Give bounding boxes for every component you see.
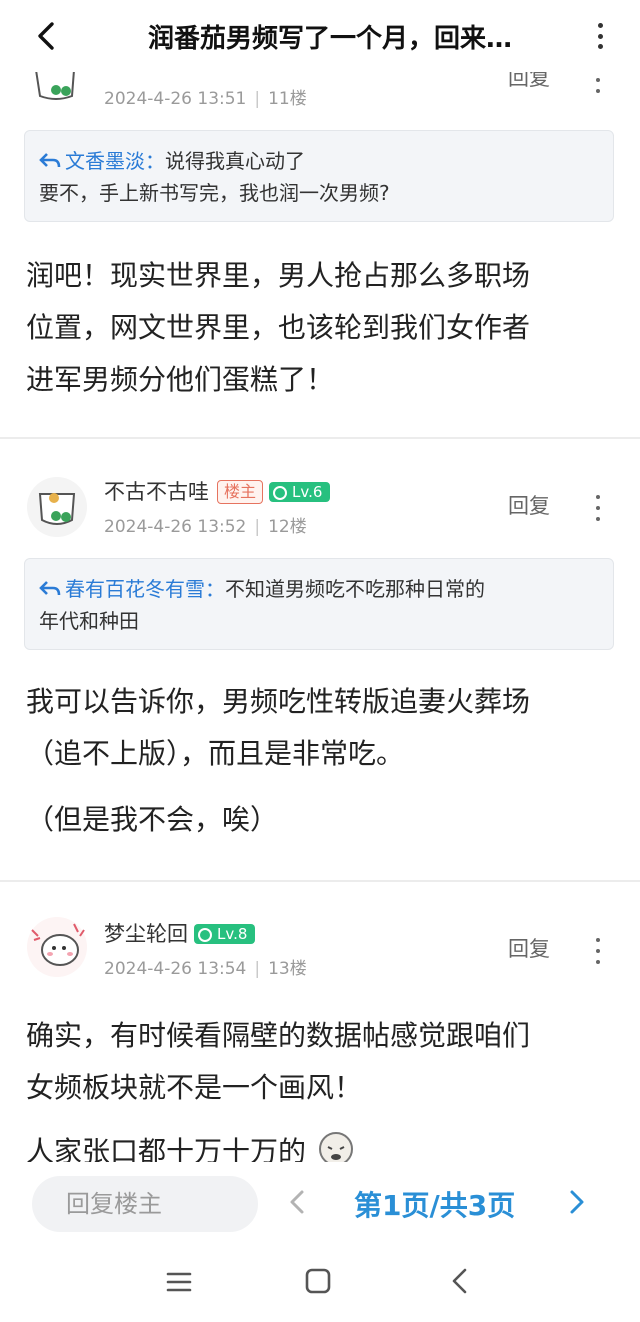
post-time: 2024-4-26 13:51: [104, 89, 247, 109]
username[interactable]: 不古不古哇 楼主 Lv.6: [104, 476, 331, 506]
post-list[interactable]: 2024-4-26 13:51 | 11楼 回复 文香墨淡：说得我真心动了 要不，手…: [0, 0, 640, 1162]
content-line: 确实，有时候看隔壁的数据帖感觉跟咱们: [26, 1019, 531, 1052]
quote-text-line2: 年代和种田: [39, 609, 139, 633]
post-time: 2024-4-26 13:54: [104, 959, 247, 979]
system-back-icon[interactable]: [448, 1266, 472, 1296]
post-floor: 12楼: [268, 517, 307, 537]
more-options-icon[interactable]: [588, 18, 612, 54]
quote-author-name: 春有百花冬有雪：: [65, 577, 225, 601]
quote-text: 不知道男频吃不吃那种日常的: [225, 577, 485, 601]
more-options-icon[interactable]: [586, 490, 610, 521]
prev-page-icon[interactable]: [286, 1186, 310, 1225]
avatar[interactable]: [26, 916, 88, 978]
post-content: 确实，有时候看隔壁的数据帖感觉跟咱们 女频板块就不是一个画风！ 人家张口都十万十…: [26, 1010, 616, 1162]
level-icon: [198, 928, 212, 942]
username[interactable]: 梦尘轮回 Lv.8: [104, 918, 256, 948]
top-bar: 润番茄男频写了一个月，回来…: [0, 0, 640, 72]
level-text: Lv.8: [217, 925, 248, 943]
quote-author-name: 文香墨淡：: [65, 149, 165, 173]
username-text: 不古不古哇: [104, 480, 209, 504]
divider: [0, 880, 640, 882]
level-badge: Lv.8: [194, 924, 256, 944]
recent-apps-icon[interactable]: [166, 1270, 192, 1294]
back-arrow-icon[interactable]: [30, 18, 66, 54]
content-line: 人家张口都十万十万的: [26, 1126, 616, 1162]
content-line: （但是我不会，唉）: [26, 803, 279, 836]
post-meta: 2024-4-26 13:52 | 12楼: [104, 512, 307, 537]
quote-author[interactable]: 春有百花冬有雪：: [39, 577, 225, 601]
page-indicator[interactable]: 第1页/共3页: [354, 1184, 515, 1224]
quote-author[interactable]: 文香墨淡：: [39, 149, 165, 173]
post-time: 2024-4-26 13:52: [104, 517, 247, 537]
next-page-icon[interactable]: [564, 1186, 588, 1225]
divider: [0, 437, 640, 439]
level-text: Lv.6: [292, 483, 323, 501]
post-meta: 2024-4-26 13:54 | 13楼: [104, 954, 307, 979]
quote-block[interactable]: 春有百花冬有雪：不知道男频吃不吃那种日常的 年代和种田: [24, 558, 614, 650]
meta-separator: |: [254, 959, 261, 979]
home-icon[interactable]: [305, 1268, 331, 1294]
level-icon: [273, 486, 288, 500]
page-title: 润番茄男频写了一个月，回来…: [147, 24, 512, 54]
emoji-sticker-icon: [319, 1132, 354, 1162]
quote-text-line2: 要不，手上新书写完，我也润一次男频?: [39, 181, 390, 205]
meta-separator: |: [254, 517, 261, 537]
username-text: 梦尘轮回: [104, 922, 188, 946]
post-content: 润吧！现实世界里，男人抢占那么多职场 位置，网文世界里，也该轮到我们女作者 进军…: [26, 250, 616, 406]
content-line: 位置，网文世界里，也该轮到我们女作者: [26, 311, 531, 344]
meta-separator: |: [254, 89, 261, 109]
post-floor: 13楼: [268, 959, 307, 979]
op-badge: 楼主: [217, 480, 264, 504]
post-content: 我可以告诉你，男频吃性转版追妻火葬场 （追不上版），而且是非常吃。 （但是我不会…: [26, 676, 616, 846]
content-line: 进军男频分他们蛋糕了！: [26, 363, 335, 396]
post-floor: 11楼: [268, 89, 307, 109]
reply-arrow-icon: [39, 153, 61, 168]
quote-block[interactable]: 文香墨淡：说得我真心动了 要不，手上新书写完，我也润一次男频?: [24, 130, 614, 222]
content-line-text: 人家张口都十万十万的: [26, 1135, 307, 1162]
reply-button[interactable]: 回复: [508, 490, 550, 520]
reply-to-op-input[interactable]: 回复楼主: [32, 1176, 258, 1232]
content-line: 我可以告诉你，男频吃性转版追妻火葬场: [26, 685, 531, 718]
post-meta: 2024-4-26 13:51 | 11楼: [104, 84, 307, 109]
more-options-icon[interactable]: [586, 933, 610, 964]
level-badge: Lv.6: [269, 482, 331, 502]
content-line: （追不上版），而且是非常吃。: [26, 737, 405, 770]
content-line: 女频板块就不是一个画风！: [26, 1071, 363, 1104]
avatar[interactable]: [26, 476, 88, 538]
reply-arrow-icon: [39, 581, 61, 596]
content-line: 润吧！现实世界里，男人抢占那么多职场: [26, 259, 531, 292]
quote-text: 说得我真心动了: [165, 149, 305, 173]
reply-button[interactable]: 回复: [508, 933, 550, 963]
